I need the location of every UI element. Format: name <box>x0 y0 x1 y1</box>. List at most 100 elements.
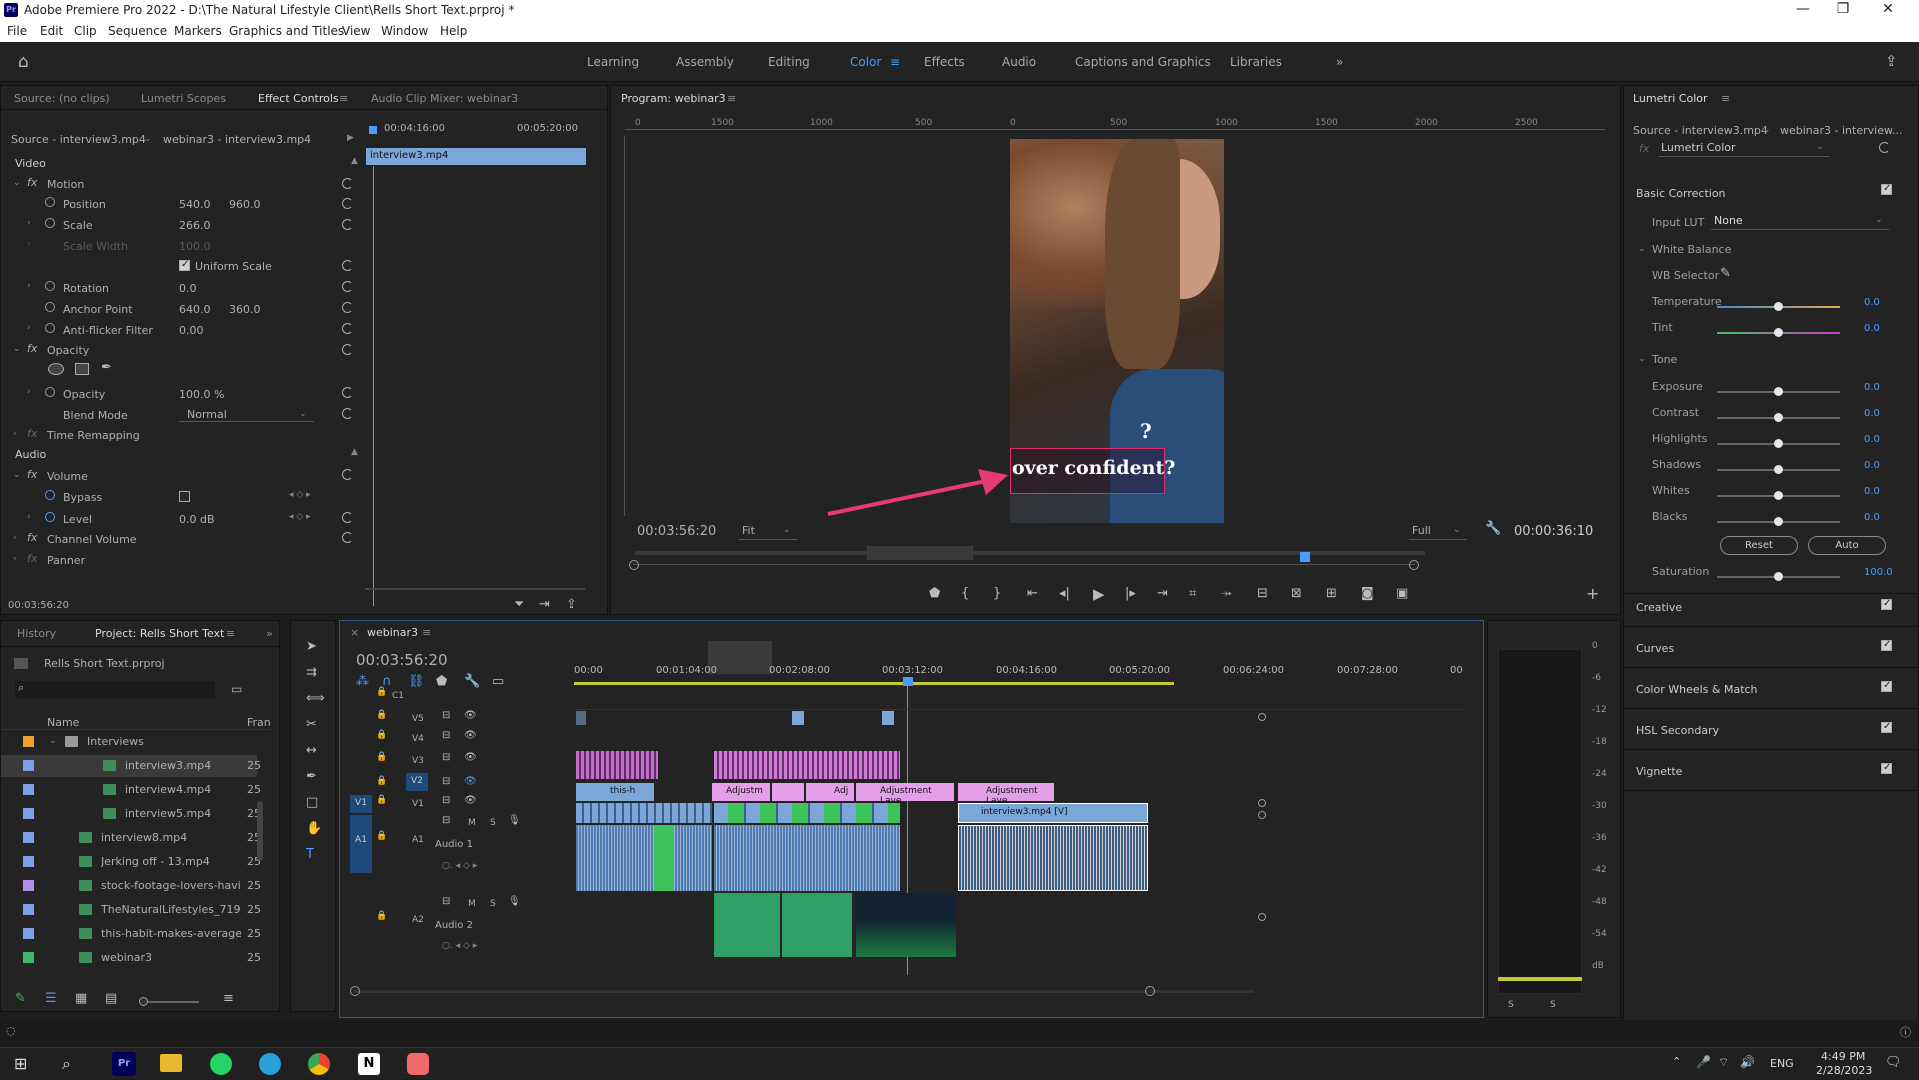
workspace-editing[interactable]: Editing <box>768 55 810 69</box>
reset-icon[interactable] <box>342 469 353 480</box>
expand-icon[interactable]: › <box>27 281 31 291</box>
type-tool-icon[interactable]: T <box>306 847 314 862</box>
eye-icon[interactable]: 👁 <box>464 752 477 763</box>
reset-icon[interactable] <box>342 219 353 230</box>
notification-icon[interactable]: 🗨 <box>1885 1055 1902 1070</box>
label-color-swatch[interactable] <box>23 856 34 867</box>
workspace-effects[interactable]: Effects <box>924 55 965 69</box>
lock-icon[interactable]: 🔒 <box>376 710 387 720</box>
lumetri-title[interactable]: Lumetri Color <box>1633 92 1708 105</box>
quality-dropdown[interactable]: Full ⌄ <box>1409 522 1467 540</box>
column-name[interactable]: Name <box>47 716 79 729</box>
network-icon[interactable]: ⌔ <box>1718 1055 1729 1070</box>
expand-icon[interactable]: › <box>27 218 31 228</box>
position-x[interactable]: 540.0 <box>179 198 211 211</box>
opacity-value[interactable]: 100.0 % <box>179 388 224 401</box>
project-item-row[interactable]: stock-footage-lovers-havin 25 <box>1 875 261 897</box>
color-wheels-checkbox[interactable] <box>1881 680 1892 692</box>
add-marker-icon[interactable]: ⬟ <box>436 674 447 689</box>
solo-left-button[interactable]: S <box>1508 1000 1514 1010</box>
menu-sequence[interactable]: Sequence <box>108 24 167 38</box>
color-wheels-section[interactable]: Color Wheels & Match <box>1636 683 1758 696</box>
effect-controls-timecode[interactable]: 00:03:56:20 <box>8 600 69 611</box>
menu-window[interactable]: Window <box>381 24 428 38</box>
timeline-playhead-icon[interactable] <box>903 677 913 686</box>
workspace-learning[interactable]: Learning <box>587 55 639 69</box>
clock-date[interactable]: 2/28/2023 <box>1816 1064 1872 1077</box>
go-to-out-icon[interactable]: ⇥ <box>1157 586 1168 601</box>
volume-knob-icon[interactable]: ○. ◂ ◇ ▸ <box>442 861 477 871</box>
reset-icon[interactable] <box>342 260 353 271</box>
a1-clip[interactable] <box>576 825 712 891</box>
label-color-swatch[interactable] <box>23 832 34 843</box>
program-title[interactable]: Program: webinar3 <box>621 92 726 105</box>
label-color-swatch[interactable] <box>23 760 34 771</box>
menu-graphics[interactable]: Graphics and Titles <box>229 24 344 38</box>
effect-mini-timeline[interactable]: 00:04:16:00 00:05:20:00 interview3.mp4 <box>365 123 586 166</box>
workspace-overflow[interactable]: » <box>1336 55 1343 69</box>
playhead-icon[interactable] <box>369 126 377 134</box>
label-color-swatch[interactable] <box>23 784 34 795</box>
pencil-icon[interactable]: ✎ <box>15 991 26 1006</box>
saturation-slider[interactable] <box>1717 572 1840 581</box>
tab-effect-controls[interactable]: Effect Controls <box>258 92 339 105</box>
exposure-slider[interactable] <box>1717 387 1840 396</box>
sync-icon[interactable]: ⊟ <box>442 776 450 787</box>
timeline-ruler[interactable]: 00:00 00:01:04:00 00:02:08:00 00:03:12:0… <box>574 641 1464 689</box>
ellipse-mask-icon[interactable] <box>48 363 64 375</box>
v1-selected-clip[interactable]: interview3.mp4 [V] <box>958 803 1148 823</box>
highlights-slider[interactable] <box>1717 439 1840 448</box>
adjustment-clip[interactable]: Adj <box>806 783 854 801</box>
reset-icon[interactable] <box>1879 142 1890 153</box>
language-indicator[interactable]: ENG <box>1770 1057 1794 1070</box>
volume-icon[interactable]: 🔊 <box>1740 1055 1755 1069</box>
share-icon[interactable]: ⇪ <box>566 597 577 612</box>
icon-view-icon[interactable]: ▦ <box>75 991 87 1006</box>
sync-icon[interactable]: ⊟ <box>442 752 450 763</box>
level-value[interactable]: 0.0 dB <box>179 513 215 526</box>
lock-icon[interactable]: 🔒 <box>376 831 387 841</box>
reset-icon[interactable] <box>342 302 353 313</box>
project-item-row[interactable]: webinar3 25 <box>1 947 261 969</box>
slider-knob[interactable] <box>1774 491 1783 500</box>
mute-button[interactable]: M <box>468 818 476 828</box>
hsl-secondary-section[interactable]: HSL Secondary <box>1636 724 1719 737</box>
sequence-tab[interactable]: webinar3 <box>367 626 418 639</box>
v1-clip[interactable] <box>714 803 900 823</box>
position-y[interactable]: 960.0 <box>229 198 261 211</box>
workspace-captions[interactable]: Captions and Graphics <box>1075 55 1211 69</box>
expand-icon[interactable]: ⌄ <box>1638 354 1646 364</box>
blacks-value[interactable]: 0.0 <box>1864 512 1880 523</box>
lock-icon[interactable]: 🔒 <box>376 752 387 762</box>
stopwatch-icon[interactable] <box>45 490 55 500</box>
microphone-icon[interactable]: 🎙 <box>508 896 521 907</box>
workspace-color[interactable]: Color <box>850 55 881 69</box>
exposure-value[interactable]: 0.0 <box>1864 382 1880 393</box>
stopwatch-icon[interactable] <box>45 281 55 291</box>
stopwatch-icon[interactable] <box>45 387 55 397</box>
track-scroll-handle[interactable] <box>1258 913 1266 921</box>
adjustment-clip[interactable]: Adjustm <box>712 783 770 801</box>
temperature-value[interactable]: 0.0 <box>1864 297 1880 308</box>
share-icon[interactable]: ⇪ <box>1885 52 1898 70</box>
tab-project[interactable]: Project: Rells Short Text <box>95 627 224 640</box>
captions-icon[interactable]: ▭ <box>492 674 504 689</box>
extract-icon[interactable]: ⊠ <box>1291 586 1302 601</box>
project-item-row[interactable]: interview8.mp4 25 <box>1 827 261 849</box>
rectangle-mask-icon[interactable] <box>75 363 89 375</box>
new-bin-icon[interactable]: ▭ <box>231 682 242 696</box>
compare-icon[interactable]: ⊞ <box>1326 586 1337 601</box>
expand-icon[interactable]: › <box>13 533 17 543</box>
program-playhead-icon[interactable] <box>1300 552 1310 562</box>
stopwatch-icon[interactable] <box>45 512 55 522</box>
track-area[interactable]: this-h Adjustm Adj Adjustment Laye Adjus… <box>574 689 1464 979</box>
solo-right-button[interactable]: S <box>1550 1000 1556 1010</box>
auto-button[interactable]: Auto <box>1808 536 1886 555</box>
tab-lumetri-scopes[interactable]: Lumetri Scopes <box>141 92 226 105</box>
highlights-value[interactable]: 0.0 <box>1864 434 1880 445</box>
windows-start-icon[interactable]: ⊞ <box>14 1054 27 1073</box>
hand-tool-icon[interactable]: ✋ <box>306 821 322 836</box>
freeform-view-icon[interactable]: ▤ <box>105 991 117 1006</box>
anti-flicker-value[interactable]: 0.00 <box>179 324 204 337</box>
v5-clip[interactable] <box>792 711 804 725</box>
